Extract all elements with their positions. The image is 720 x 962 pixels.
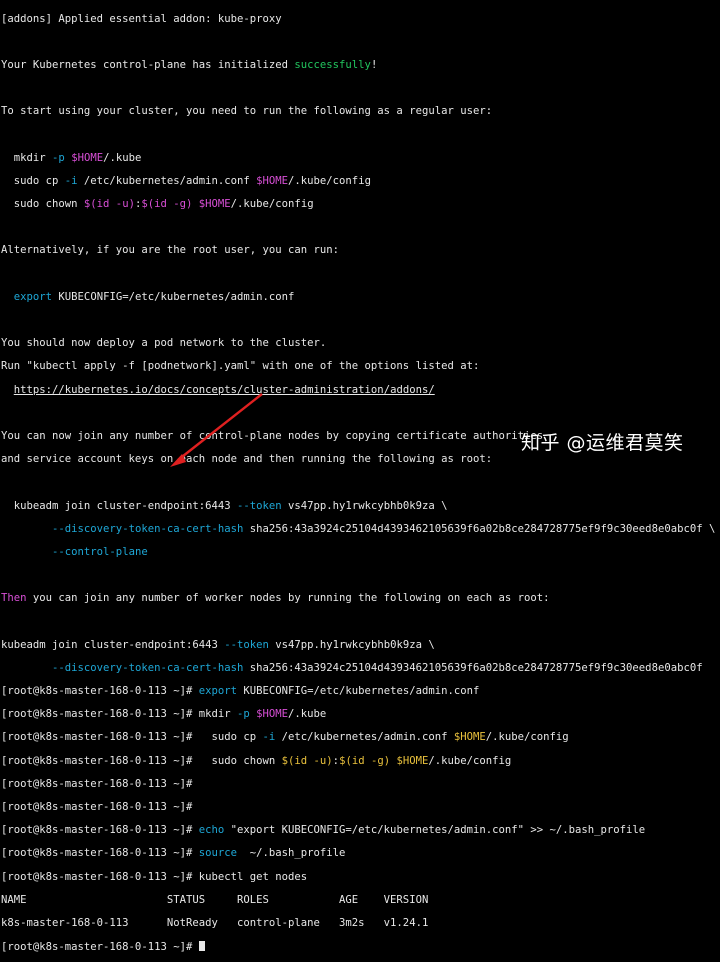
shell-prompt: [root@k8s-master-168-0-113 ~]# (1, 800, 199, 813)
shell-prompt: [root@k8s-master-168-0-113 ~]# (1, 731, 199, 744)
terminal-line: [root@k8s-master-168-0-113 ~]# source ~/… (1, 847, 346, 860)
terminal-line: [root@k8s-master-168-0-113 ~]# kubectl g… (1, 870, 308, 883)
terminal-line: kubeadm join cluster-endpoint:6443 --tok… (1, 499, 448, 512)
terminal-line: [root@k8s-master-168-0-113 ~]# (1, 800, 720, 814)
terminal-line: [root@k8s-master-168-0-113 ~]# sudo chow… (1, 754, 512, 767)
red-arrow-annotation (170, 393, 263, 467)
terminal-line: --discovery-token-ca-cert-hash sha256:43… (52, 661, 703, 674)
terminal-line: --control-plane (52, 545, 148, 558)
terminal-line: [root@k8s-master-168-0-113 ~]# mkdir -p … (1, 708, 327, 721)
shell-prompt: [root@k8s-master-168-0-113 ~]# (1, 754, 199, 767)
terminal-line: kubeadm join cluster-endpoint:6443 --tok… (1, 638, 435, 651)
shell-prompt: [root@k8s-master-168-0-113 ~]# (1, 847, 199, 860)
shell-prompt: [root@k8s-master-168-0-113 ~]# (1, 777, 199, 790)
nodes-table-row: k8s-master-168-0-113 NotReady control-pl… (1, 916, 429, 929)
text-cursor (198, 941, 205, 952)
terminal-line: [root@k8s-master-168-0-113 ~]# echo "exp… (1, 824, 646, 837)
nodes-table-header: NAME STATUS ROLES AGE VERSION (1, 893, 429, 906)
zhihu-watermark: 知乎 @运维君莫笑 (521, 432, 684, 454)
terminal-line: --discovery-token-ca-cert-hash sha256:43… (52, 522, 716, 535)
shell-prompt: [root@k8s-master-168-0-113 ~]# (1, 824, 199, 837)
shell-prompt: [root@k8s-master-168-0-113 ~]# (1, 685, 199, 698)
terminal-line: Then you can join any number of worker n… (1, 592, 550, 605)
terminal-line: [root@k8s-master-168-0-113 ~]# (1, 777, 720, 791)
terminal-input-line[interactable]: [root@k8s-master-168-0-113 ~]# (1, 941, 720, 953)
terminal-line: [root@k8s-master-168-0-113 ~]# sudo cp -… (1, 731, 569, 744)
shell-prompt: [root@k8s-master-168-0-113 ~]# (1, 941, 199, 954)
shell-prompt: [root@k8s-master-168-0-113 ~]# (1, 708, 199, 721)
terminal-line: [root@k8s-master-168-0-113 ~]# export KU… (1, 685, 480, 698)
shell-prompt: [root@k8s-master-168-0-113 ~]# (1, 870, 199, 883)
